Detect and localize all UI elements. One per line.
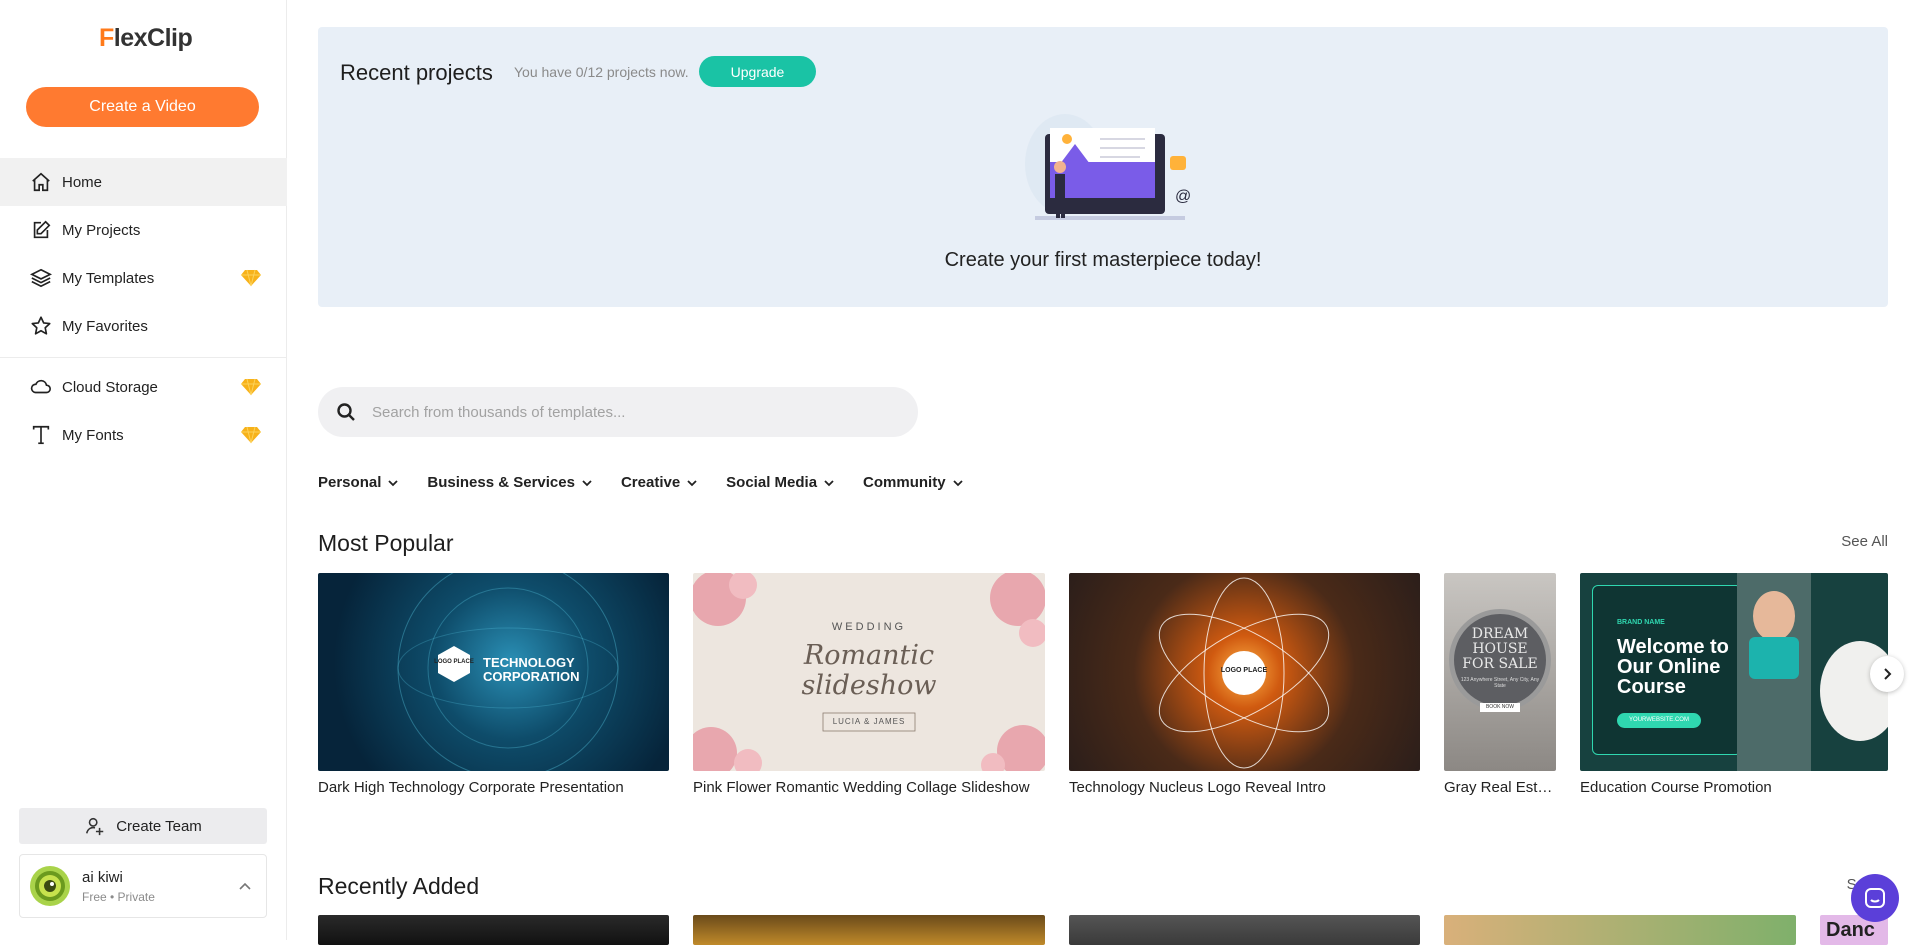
premium-diamond-icon: [241, 269, 261, 287]
recent-projects-panel: Recent projects You have 0/12 projects n…: [318, 27, 1888, 307]
thumbnail-brand: BRAND NAME: [1617, 619, 1665, 626]
search-icon: [337, 403, 355, 421]
most-popular-title: Most Popular: [318, 530, 454, 556]
template-thumbnail[interactable]: [1444, 915, 1796, 945]
sidebar-item-label: Cloud Storage: [62, 378, 158, 396]
sidebar: FlexClip Create a Video Home My Projects…: [0, 0, 287, 940]
category-personal[interactable]: Personal: [318, 474, 399, 491]
main-nav: Home My Projects My Templates My Favorit…: [0, 158, 287, 350]
template-thumbnail[interactable]: [1069, 915, 1420, 945]
template-caption: Education Course Promotion: [1580, 779, 1772, 796]
thumbnail-url: YOURWEBSITE.COM: [1617, 713, 1701, 728]
search-input[interactable]: [372, 403, 892, 421]
chevron-down-icon: [687, 479, 697, 486]
thumbnail-label: WEDDING: [831, 621, 907, 633]
sidebar-item-my-projects[interactable]: My Projects: [0, 206, 287, 254]
layers-icon: [30, 267, 52, 289]
font-icon: [30, 424, 52, 446]
template-card[interactable]: DREAM HOUSE FOR SALE 123 Anywhere Street…: [1444, 573, 1556, 796]
template-caption: Dark High Technology Corporate Presentat…: [318, 779, 624, 796]
thumbnail-names: LUCIA & JAMES: [832, 717, 906, 726]
template-thumbnail: LOGO PLACE TECHNOLOGY CORPORATION: [318, 573, 669, 771]
svg-text:@: @: [1175, 188, 1191, 205]
premium-diamond-icon: [241, 426, 261, 444]
template-caption: Pink Flower Romantic Wedding Collage Sli…: [693, 779, 1030, 796]
template-card[interactable]: LOGO PLACE Technology Nucleus Logo Revea…: [1069, 573, 1420, 796]
thumbnail-title: DREAM HOUSE FOR SALE: [1462, 626, 1538, 672]
chat-icon: [1865, 888, 1885, 908]
sidebar-item-my-fonts[interactable]: My Fonts: [0, 411, 287, 459]
template-card[interactable]: BRAND NAME Welcome to Our Online Course …: [1580, 573, 1888, 796]
create-video-button[interactable]: Create a Video: [26, 87, 259, 127]
sidebar-item-cloud-storage[interactable]: Cloud Storage: [0, 363, 287, 411]
thumbnail-photo-circle: [1820, 641, 1888, 741]
chevron-right-icon: [1884, 668, 1892, 680]
premium-diamond-icon: [241, 378, 261, 396]
thumbnail-address: 123 Anywhere Street, Any City, Any State: [1460, 677, 1540, 689]
add-team-icon: [86, 817, 104, 836]
sidebar-item-label: My Templates: [62, 269, 155, 287]
chevron-down-icon: [388, 479, 399, 486]
carousel-next-button[interactable]: [1870, 656, 1904, 692]
home-icon: [30, 171, 52, 193]
category-creative[interactable]: Creative: [621, 474, 698, 491]
create-team-label: Create Team: [116, 817, 202, 835]
sidebar-divider: [0, 357, 287, 358]
project-count: You have 0/12 projects now.: [514, 64, 689, 80]
thumbnail-title: Danc: [1826, 919, 1875, 941]
thumbnail-photo: [1737, 573, 1811, 771]
chevron-up-icon: [239, 882, 251, 890]
template-thumbnail: BRAND NAME Welcome to Our Online Course …: [1580, 573, 1888, 771]
sidebar-item-home[interactable]: Home: [0, 158, 287, 206]
user-plan: Free • Private: [82, 889, 155, 904]
template-caption: Gray Real Estat...: [1444, 779, 1556, 796]
user-account-menu[interactable]: ai kiwi Free • Private: [19, 854, 267, 918]
create-team-button[interactable]: Create Team: [19, 808, 267, 844]
empty-projects-illustration: @: [1025, 114, 1191, 220]
user-name: ai kiwi: [82, 868, 123, 886]
see-all-link[interactable]: See All: [1841, 533, 1888, 550]
storage-nav: Cloud Storage My Fonts: [0, 363, 287, 459]
cloud-icon: [30, 376, 52, 398]
svg-text:LOGO PLACE: LOGO PLACE: [434, 659, 474, 665]
thumbnail-title: Welcome to Our Online Course: [1617, 636, 1729, 698]
template-thumbnail: WEDDING Romantic slideshow LUCIA & JAMES: [693, 573, 1045, 771]
recently-added-title: Recently Added: [318, 873, 480, 899]
sidebar-item-my-templates[interactable]: My Templates: [0, 254, 287, 302]
sidebar-item-label: My Fonts: [62, 426, 124, 444]
support-chat-button[interactable]: [1851, 874, 1899, 922]
template-thumbnail[interactable]: [693, 915, 1045, 945]
template-card[interactable]: WEDDING Romantic slideshow LUCIA & JAMES…: [693, 573, 1045, 796]
template-thumbnail: LOGO PLACE: [1069, 573, 1420, 771]
flexclip-logo[interactable]: FlexClip: [99, 24, 193, 53]
sidebar-item-label: My Favorites: [62, 317, 148, 335]
template-caption: Technology Nucleus Logo Reveal Intro: [1069, 779, 1326, 796]
edit-icon: [30, 219, 52, 241]
recent-projects-title: Recent projects: [340, 60, 493, 85]
sidebar-item-my-favorites[interactable]: My Favorites: [0, 302, 287, 350]
thumbnail-title: TECHNOLOGY CORPORATION: [483, 655, 580, 684]
template-thumbnail[interactable]: [318, 915, 669, 945]
chevron-down-icon: [952, 479, 963, 486]
thumbnail-button: BOOK NOW: [1480, 703, 1520, 712]
template-thumbnail: DREAM HOUSE FOR SALE 123 Anywhere Street…: [1444, 573, 1556, 771]
category-community[interactable]: Community: [863, 474, 964, 491]
category-business-services[interactable]: Business & Services: [427, 474, 593, 491]
chevron-down-icon: [582, 479, 592, 486]
category-tabs: Personal Business & Services Creative So…: [318, 474, 992, 491]
thumbnail-title: Romantic slideshow: [801, 640, 937, 701]
empty-state-text: Create your first masterpiece today!: [944, 249, 1262, 271]
nucleus-graphic: LOGO PLACE: [1158, 577, 1330, 769]
upgrade-button[interactable]: Upgrade: [699, 56, 816, 87]
category-social-media[interactable]: Social Media: [726, 474, 835, 491]
svg-text:LOGO PLACE: LOGO PLACE: [1221, 667, 1268, 674]
sidebar-item-label: Home: [62, 173, 103, 191]
star-icon: [30, 315, 52, 337]
template-card[interactable]: LOGO PLACE TECHNOLOGY CORPORATION Dark H…: [318, 573, 669, 796]
template-search-bar[interactable]: [318, 387, 918, 437]
avatar: [30, 866, 70, 906]
chevron-down-icon: [824, 479, 834, 486]
sidebar-item-label: My Projects: [62, 221, 141, 239]
